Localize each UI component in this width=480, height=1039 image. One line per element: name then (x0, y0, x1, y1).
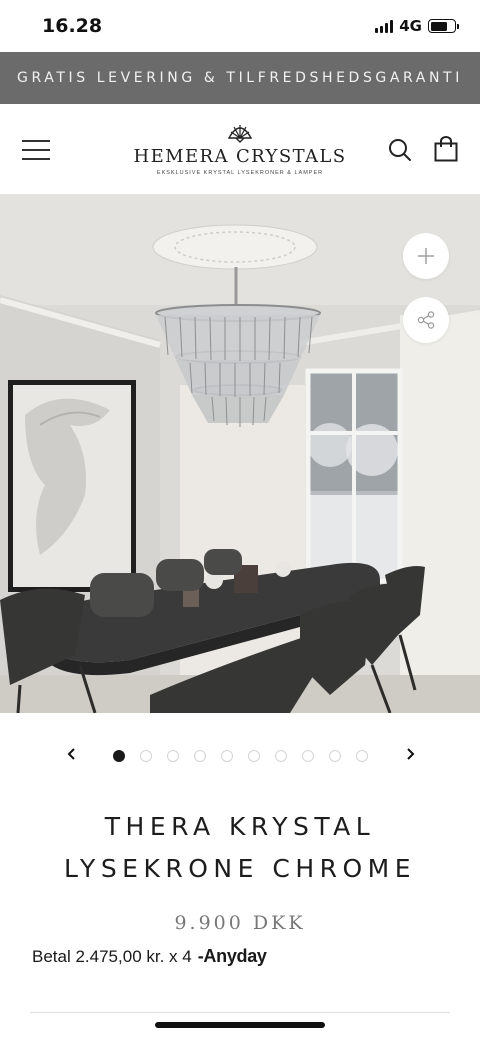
carousel-dot[interactable] (302, 750, 314, 762)
product-title: THERA KRYSTAL LYSEKRONE CHROME (0, 806, 480, 890)
share-icon (417, 311, 435, 329)
status-indicators: 4G (375, 17, 459, 35)
product-title-line1: THERA KRYSTAL (104, 812, 376, 841)
carousel-dot[interactable] (356, 750, 368, 762)
brand-tagline: EKSKLUSIVE KRYSTAL LYSEKRONER & LAMPER (156, 170, 324, 176)
search-icon[interactable] (388, 138, 412, 167)
hamburger-menu-icon[interactable] (22, 140, 50, 160)
carousel-dot[interactable] (221, 750, 233, 762)
carousel-dot[interactable] (275, 750, 287, 762)
brand-logo[interactable]: HEMERA CRYSTALS EKSKLUSIVE KRYSTAL LYSEK… (130, 122, 350, 176)
brand-name: HEMERA CRYSTALS (133, 146, 347, 167)
home-indicator (155, 1022, 325, 1028)
promo-banner: GRATIS LEVERING & TILFREDSHEDSGARANTI (0, 52, 480, 104)
shopping-bag-icon[interactable] (434, 136, 458, 167)
product-title-line2: LYSEKRONE CHROME (63, 854, 417, 883)
carousel-dot[interactable] (248, 750, 260, 762)
signal-icon (375, 19, 394, 33)
site-header: HEMERA CRYSTALS EKSKLUSIVE KRYSTAL LYSEK… (0, 104, 480, 195)
installment-info[interactable]: Betal 2.475,00 kr. x 4 -Anyday (32, 946, 267, 967)
installment-text: Betal 2.475,00 kr. x 4 (32, 946, 192, 966)
anyday-logo: -Anyday (197, 946, 267, 966)
plus-icon (418, 248, 434, 264)
network-label: 4G (399, 17, 422, 35)
divider (30, 1012, 450, 1013)
zoom-button[interactable] (403, 233, 449, 279)
carousel-dot[interactable] (140, 750, 152, 762)
battery-icon (428, 19, 459, 33)
product-image[interactable] (0, 195, 480, 713)
shell-icon (227, 125, 253, 143)
chevron-right-icon[interactable] (398, 742, 422, 766)
status-bar: 16.28 4G (0, 0, 480, 52)
product-price: 9.900 DKK (174, 912, 306, 934)
chevron-left-icon[interactable] (60, 742, 84, 766)
share-button[interactable] (403, 297, 449, 343)
carousel-dot[interactable] (329, 750, 341, 762)
battery-level (430, 21, 447, 31)
carousel-dot[interactable] (167, 750, 179, 762)
carousel-dots (113, 750, 368, 762)
carousel-dot[interactable] (194, 750, 206, 762)
status-time: 16.28 (42, 15, 103, 37)
image-carousel-controls (0, 738, 480, 772)
carousel-dot[interactable] (113, 750, 125, 762)
